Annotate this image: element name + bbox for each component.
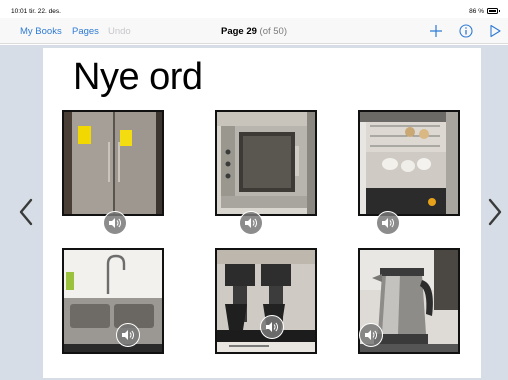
chevron-left-icon[interactable] [16,197,36,227]
tile-refrigerator[interactable] [62,110,164,216]
battery-percent: 86 % [469,8,484,15]
chevron-right-icon[interactable] [485,197,505,227]
tile-oven[interactable] [215,110,317,216]
page-count: (of 50) [259,26,288,37]
tile-coffee-maker[interactable] [215,248,317,354]
sound-icon[interactable] [359,323,383,347]
page-number: Page 29 [220,26,257,37]
plus-icon[interactable] [428,23,444,39]
my-books-button[interactable]: My Books [20,26,62,37]
play-icon[interactable] [487,23,503,39]
tile-sink[interactable] [62,248,164,354]
tile-dishwasher[interactable] [358,110,460,216]
book-page: Nye ord [43,48,481,378]
status-bar: 10:01 tir. 22. des. 86 % [0,0,508,18]
sound-icon[interactable] [116,323,140,347]
undo-button[interactable]: Undo [108,26,131,37]
sound-icon[interactable] [376,211,400,235]
battery-icon [487,8,500,14]
status-date-text: tir. 22. des. [29,8,61,15]
sound-icon[interactable] [103,211,127,235]
pages-button[interactable]: Pages [72,26,99,37]
page-heading: Nye ord [73,56,203,98]
sound-icon[interactable] [239,211,263,235]
info-icon[interactable] [458,23,474,39]
status-time-text: 10:01 [11,8,28,15]
status-time: 10:01 tir. 22. des. [11,8,61,15]
toolbar: My Books Pages Undo Page 29 (of 50) [0,18,508,44]
book-stage: Nye ord [0,45,508,380]
sound-icon[interactable] [260,315,284,339]
